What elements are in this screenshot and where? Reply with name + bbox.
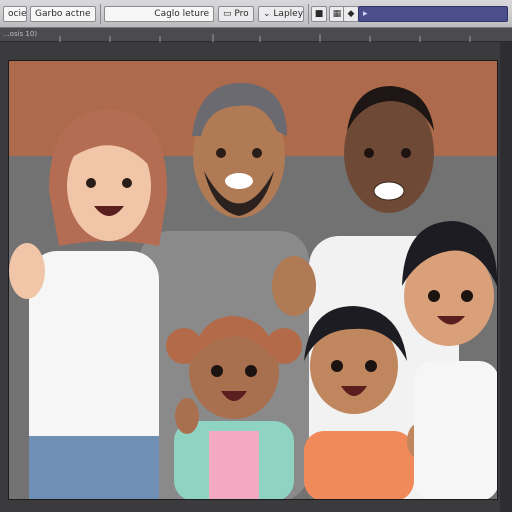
vertical-scrollbar[interactable] xyxy=(500,42,512,512)
play-timeline-bar[interactable]: ▸ xyxy=(358,6,508,22)
profile-dropdown-label: Pro xyxy=(234,9,249,19)
diamond-icon[interactable]: ◆ xyxy=(343,6,359,22)
layer-name-value: Caglo leture xyxy=(154,9,209,19)
layout-dropdown-label: Lapley xyxy=(273,9,304,19)
dropdown-icon: ▭ xyxy=(223,9,232,19)
layout-dropdown[interactable]: ⌄ Lapley xyxy=(258,6,304,22)
chevron-down-icon: ⌄ xyxy=(263,9,271,19)
stop-icon[interactable]: ■ xyxy=(311,6,327,22)
family-illustration xyxy=(9,61,497,499)
toolbar-divider xyxy=(100,4,101,24)
zoom-field-value: ocie xyxy=(8,9,27,19)
tool-preset-field[interactable]: Garbo actne xyxy=(30,6,96,22)
profile-dropdown[interactable]: ▭ Pro xyxy=(218,6,254,22)
tool-preset-value: Garbo actne xyxy=(35,9,91,19)
workspace xyxy=(0,42,512,512)
play-icon: ▸ xyxy=(363,9,368,19)
waving-hand xyxy=(272,256,316,316)
layer-name-field[interactable]: Caglo leture xyxy=(104,6,214,22)
toolbar-divider xyxy=(308,4,309,24)
top-toolbar: ocie Garbo actne Caglo leture ▭ Pro ⌄ La… xyxy=(0,0,512,28)
horizontal-ruler: ...osis 10) xyxy=(0,28,512,42)
zoom-field[interactable]: ocie xyxy=(3,6,27,22)
image-canvas[interactable] xyxy=(8,60,498,500)
ruler-ticks xyxy=(59,34,471,42)
